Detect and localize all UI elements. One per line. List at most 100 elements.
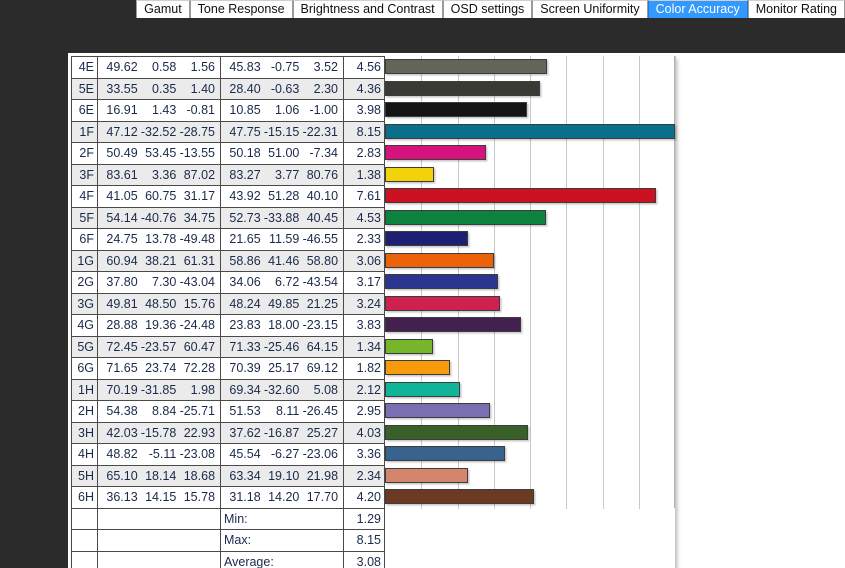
measured-component: 18.14 [145, 468, 177, 483]
patch-id: 3F [71, 163, 98, 186]
measured-values: 60.94 38.21 61.31 [101, 254, 217, 268]
table-row: 4F 41.05 60.75 31.17 43.92 51.28 40.10 7.61 [71, 185, 385, 208]
target-component: -26.45 [302, 404, 339, 419]
target-component: 19.10 [268, 468, 300, 483]
measured-values: 54.14 -40.76 34.75 [101, 211, 217, 225]
table-row: 1G 60.94 38.21 61.31 58.86 41.46 58.80 3.06 [71, 249, 385, 272]
target-values: 83.27 3.77 80.76 [224, 168, 340, 182]
measured-component: 60.75 [145, 189, 177, 204]
table-row: 2F 50.49 53.45 -13.55 50.18 51.00 -7.34 2.83 [71, 142, 385, 165]
measured-component: 47.12 [106, 124, 138, 139]
measured-values: 65.10 18.14 18.68 [101, 469, 217, 483]
measured-component: -25.71 [179, 404, 216, 419]
chart-bar-row [385, 250, 675, 272]
measured-lab: 41.05 60.75 31.17 [97, 185, 221, 208]
patch-id: 3G [71, 292, 98, 315]
chart-bar [385, 446, 505, 461]
measured-component: -40.76 [140, 210, 177, 225]
measured-component: 31.17 [183, 189, 216, 204]
target-lab: 28.40 -0.63 2.30 [220, 77, 344, 100]
target-lab: 37.62 -16.87 25.27 [220, 421, 344, 444]
measured-component: 19.36 [145, 318, 177, 333]
chart-bar-row [385, 56, 675, 78]
delta-e-value: 3.06 [343, 249, 385, 272]
target-component: 69.12 [306, 361, 339, 376]
measured-component: 48.82 [106, 447, 138, 462]
patch-id: 6E [71, 99, 98, 122]
table-row: 6H 36.13 14.15 15.78 31.18 14.20 17.70 4.20 [71, 486, 385, 509]
tab-osd-settings[interactable]: OSD settings [442, 0, 533, 18]
measured-lab: 36.13 14.15 15.78 [97, 486, 221, 509]
chart-bar-row [385, 185, 675, 207]
measured-values: 48.82 -5.11 -23.08 [101, 447, 217, 461]
patch-id: 1G [71, 249, 98, 272]
chart-bar [385, 295, 500, 311]
table-row: 2G 37.80 7.30 -43.04 34.06 6.72 -43.54 3.17 [71, 271, 385, 294]
tab-brightness-and-contrast[interactable]: Brightness and Contrast [292, 0, 443, 18]
measured-values: 72.45 -23.57 60.47 [101, 340, 217, 354]
chart-bar-row [385, 486, 675, 508]
measured-values: 49.81 48.50 15.76 [101, 297, 217, 311]
measured-component: 36.13 [106, 490, 138, 505]
table-row: 5G 72.45 -23.57 60.47 71.33 -25.46 64.15 1.34 [71, 335, 385, 358]
measured-component: 54.38 [106, 404, 138, 419]
target-component: 34.06 [229, 275, 261, 290]
target-component: 2.30 [313, 81, 339, 96]
chart-bar-row [385, 336, 675, 358]
measured-values: 47.12 -32.52 -28.75 [101, 125, 217, 139]
measured-component: -24.48 [179, 318, 216, 333]
chart-bar-row [385, 121, 675, 143]
measured-values: 36.13 14.15 15.78 [101, 490, 217, 504]
chart-bar-row [385, 99, 675, 121]
target-component: 5.08 [313, 382, 339, 397]
target-component: 28.40 [229, 81, 261, 96]
target-component: -15.15 [263, 124, 300, 139]
measured-lab: 71.65 23.74 72.28 [97, 357, 221, 380]
measured-component: 50.49 [106, 146, 138, 161]
target-component: -46.55 [302, 232, 339, 247]
target-lab: 51.53 8.11 -26.45 [220, 400, 344, 423]
delta-e-value: 3.17 [343, 271, 385, 294]
measured-component: 14.15 [145, 490, 177, 505]
target-component: 10.85 [229, 103, 261, 118]
target-values: 21.65 11.59 -46.55 [224, 232, 340, 246]
target-component: -32.60 [263, 382, 300, 397]
summary-row: Average: 3.08 [71, 550, 385, 568]
measured-component: 42.03 [106, 425, 138, 440]
chart-bar [385, 252, 494, 268]
left-margin-strip [0, 53, 68, 568]
tab-screen-uniformity[interactable]: Screen Uniformity [532, 0, 648, 18]
target-component: 40.45 [306, 210, 339, 225]
target-lab: 43.92 51.28 40.10 [220, 185, 344, 208]
tab-bar: Gamut Tone Response Brightness and Contras… [0, 0, 845, 18]
target-component: 14.20 [268, 490, 300, 505]
chart-bar-row [385, 422, 675, 444]
tab-tone-response[interactable]: Tone Response [189, 0, 293, 18]
tab-color-accuracy[interactable]: Color Accuracy [647, 0, 748, 18]
target-component: -1.00 [309, 103, 339, 118]
measured-values: 50.49 53.45 -13.55 [101, 146, 217, 160]
table-row: 2H 54.38 8.84 -25.71 51.53 8.11 -26.45 2.95 [71, 400, 385, 423]
delta-e-value: 3.83 [343, 314, 385, 337]
measured-component: 0.58 [152, 60, 177, 75]
chart-bar [385, 123, 675, 139]
target-component: -25.46 [263, 339, 300, 354]
target-component: 50.18 [229, 146, 261, 161]
target-values: 51.53 8.11 -26.45 [224, 404, 340, 418]
tab-gamut[interactable]: Gamut [136, 0, 190, 18]
tab-monitor-rating[interactable]: Monitor Rating [747, 0, 845, 18]
patch-id: 4F [71, 185, 98, 208]
measured-component: 49.81 [106, 296, 138, 311]
delta-e-value: 1.82 [343, 357, 385, 380]
measured-lab: 37.80 7.30 -43.04 [97, 271, 221, 294]
chart-plot-area [385, 56, 676, 568]
delta-e-value: 2.95 [343, 400, 385, 423]
target-component: 11.59 [268, 232, 300, 247]
chart-bar-row [385, 271, 675, 293]
measured-component: -43.04 [179, 275, 216, 290]
measured-component: 23.74 [145, 361, 177, 376]
table-row: 5F 54.14 -40.76 34.75 52.73 -33.88 40.45 4.53 [71, 206, 385, 229]
target-component: 71.33 [229, 339, 261, 354]
measured-lab: 16.91 1.43 -0.81 [97, 99, 221, 122]
report-body: 4E 49.62 0.58 1.56 45.83 -0.75 3.52 4.56 5E 33.55… [71, 56, 676, 568]
